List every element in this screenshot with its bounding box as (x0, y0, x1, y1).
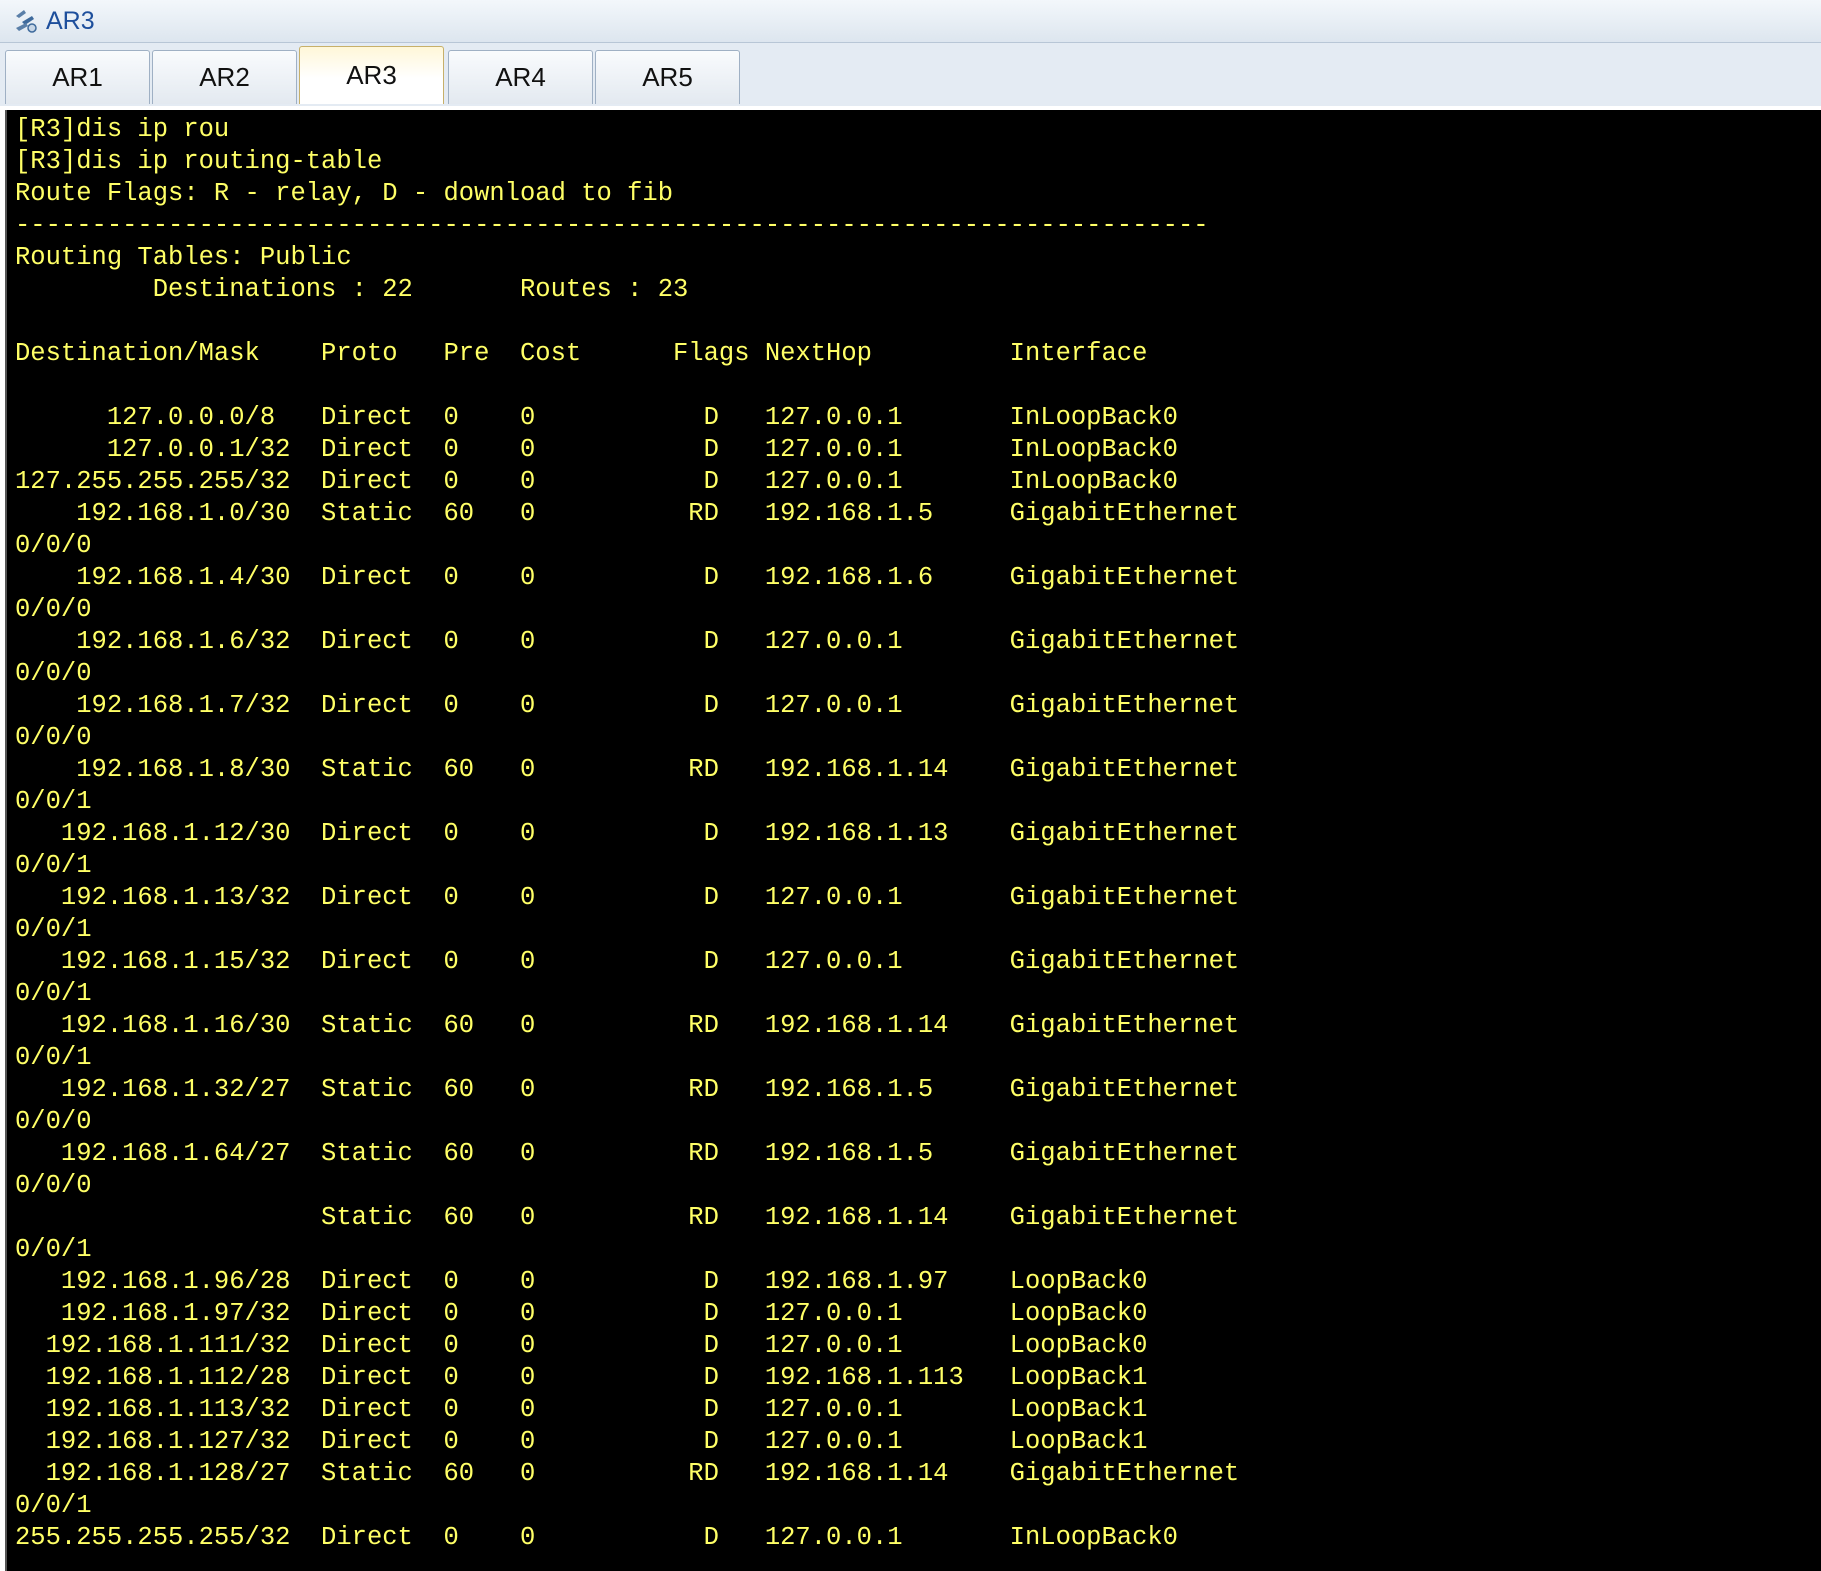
tab-ar4[interactable]: AR4 (448, 50, 593, 104)
terminal-line: 255.255.255.255/32 Direct 0 0 D 127.0.0.… (15, 1523, 1178, 1552)
terminal-line: 192.168.1.4/30 Direct 0 0 D 192.168.1.6 … (15, 563, 1240, 592)
terminal-line: Static 60 0 RD 192.168.1.14 GigabitEther… (15, 1203, 1240, 1232)
terminal-line: 192.168.1.6/32 Direct 0 0 D 127.0.0.1 Gi… (15, 627, 1240, 656)
terminal-line: 192.168.1.32/27 Static 60 0 RD 192.168.1… (15, 1075, 1240, 1104)
terminal-line: 0/0/0 (15, 723, 92, 752)
terminal-line: 192.168.1.111/32 Direct 0 0 D 127.0.0.1 … (15, 1331, 1148, 1360)
terminal-line: 0/0/0 (15, 659, 92, 688)
terminal-line: 0/0/1 (15, 1043, 92, 1072)
tab-ar3[interactable]: AR3 (299, 46, 444, 104)
terminal-line: 192.168.1.128/27 Static 60 0 RD 192.168.… (15, 1459, 1240, 1488)
window-title: AR3 (46, 6, 95, 35)
terminal-line: 0/0/1 (15, 851, 92, 880)
terminal-line: 192.168.1.113/32 Direct 0 0 D 127.0.0.1 … (15, 1395, 1148, 1424)
terminal-line: 192.168.1.16/30 Static 60 0 RD 192.168.1… (15, 1011, 1240, 1040)
terminal-line: 0/0/1 (15, 979, 92, 1008)
console-frame: [R3]dis ip rou [R3]dis ip routing-table Ro… (0, 106, 1821, 1571)
terminal-line: Destinations : 22 Routes : 23 (15, 275, 689, 304)
terminal-line: ----------------------------------------… (15, 211, 1209, 240)
terminal-line: 127.255.255.255/32 Direct 0 0 D 127.0.0.… (15, 467, 1178, 496)
terminal-line: 192.168.1.12/30 Direct 0 0 D 192.168.1.1… (15, 819, 1240, 848)
terminal-line: 192.168.1.97/32 Direct 0 0 D 127.0.0.1 L… (15, 1299, 1148, 1328)
terminal-line: 0/0/0 (15, 1171, 92, 1200)
terminal-line: 192.168.1.13/32 Direct 0 0 D 127.0.0.1 G… (15, 883, 1240, 912)
terminal-line: 0/0/0 (15, 531, 92, 560)
terminal-line: Routing Tables: Public (15, 243, 352, 272)
terminal-console[interactable]: [R3]dis ip rou [R3]dis ip routing-table Ro… (5, 110, 1821, 1571)
tab-ar1[interactable]: AR1 (5, 50, 150, 104)
terminal-line: 192.168.1.96/28 Direct 0 0 D 192.168.1.9… (15, 1267, 1148, 1296)
terminal-line: 0/0/1 (15, 1235, 92, 1264)
terminal-output: [R3]dis ip rou [R3]dis ip routing-table Ro… (7, 110, 1821, 1554)
router-icon (16, 10, 37, 33)
terminal-line: Destination/Mask Proto Pre Cost Flags Ne… (15, 339, 1148, 368)
terminal-line: 0/0/1 (15, 915, 92, 944)
terminal-line: Route Flags: R - relay, D - download to … (15, 179, 674, 208)
terminal-line: 192.168.1.15/32 Direct 0 0 D 127.0.0.1 G… (15, 947, 1240, 976)
terminal-line: 127.0.0.0/8 Direct 0 0 D 127.0.0.1 InLoo… (15, 403, 1178, 432)
tab-ar5[interactable]: AR5 (595, 50, 740, 104)
terminal-line: 127.0.0.1/32 Direct 0 0 D 127.0.0.1 InLo… (15, 435, 1178, 464)
terminal-line: 192.168.1.0/30 Static 60 0 RD 192.168.1.… (15, 499, 1240, 528)
terminal-line: [R3]dis ip routing-table (15, 147, 383, 176)
terminal-line: 0/0/0 (15, 1107, 92, 1136)
terminal-line: 0/0/1 (15, 787, 92, 816)
device-tab-bar: AR1 AR2 AR3 AR4 AR5 (0, 43, 1821, 106)
terminal-line: 192.168.1.112/28 Direct 0 0 D 192.168.1.… (15, 1363, 1148, 1392)
terminal-line: 192.168.1.8/30 Static 60 0 RD 192.168.1.… (15, 755, 1240, 784)
terminal-line: 0/0/1 (15, 1491, 92, 1520)
terminal-line: 192.168.1.7/32 Direct 0 0 D 127.0.0.1 Gi… (15, 691, 1240, 720)
terminal-line: 0/0/0 (15, 595, 92, 624)
terminal-line: 192.168.1.127/32 Direct 0 0 D 127.0.0.1 … (15, 1427, 1148, 1456)
tab-ar2[interactable]: AR2 (152, 50, 297, 104)
terminal-line: [R3]dis ip rou (15, 115, 230, 144)
window-titlebar: AR3 (0, 0, 1821, 43)
terminal-line: 192.168.1.64/27 Static 60 0 RD 192.168.1… (15, 1139, 1240, 1168)
